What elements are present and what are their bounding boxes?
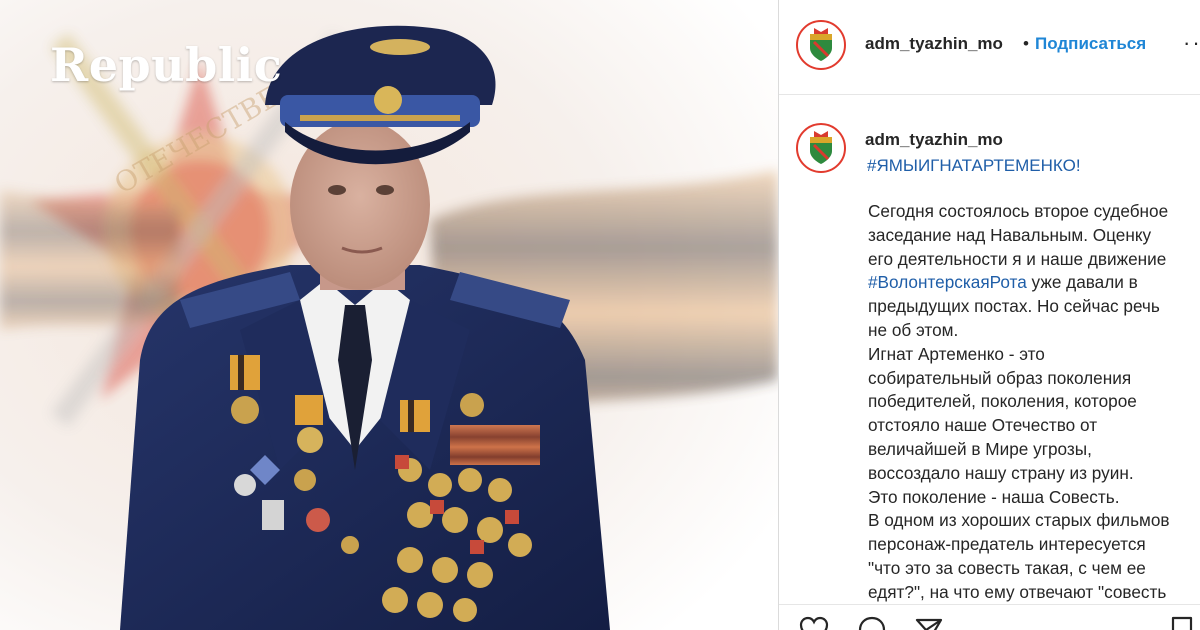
header-username[interactable]: adm_tyazhin_mo [865,34,1003,54]
veteran-illustration: ОТЕЧЕСТВЕННАЯ [0,0,778,630]
coat-of-arms-icon [810,131,832,164]
caption-line: персонаж-предатель интересуется [868,534,1146,555]
caption-line: воссоздало нашу страну из руин. [868,462,1134,483]
caption-line: "что это за совесть такая, с чем ее [868,557,1146,578]
caption-line: едят?", на что ему отвечают "совесть [868,581,1167,602]
avatar[interactable] [796,20,846,70]
instagram-panel: adm_tyazhin_mo • Подписаться ··· adm_tya… [779,0,1200,630]
caption-avatar[interactable] [796,123,846,173]
caption-line: Это поколение - наша Совесть. [868,486,1120,507]
hashtag-link[interactable]: #ЯМЫИГНАТАРТЕМЕНКО! [867,156,1081,176]
bookmark-icon[interactable] [1167,615,1197,630]
heart-icon[interactable] [799,615,829,630]
caption-line: В одном из хороших старых фильмов [868,510,1170,531]
caption-line: отстояло наше Отечество от [868,415,1098,436]
caption-line: Игнат Артеменко - это [868,343,1045,364]
share-icon[interactable] [914,615,944,630]
caption-line: победителей, поколения, которое [868,391,1137,412]
comment-icon[interactable] [857,615,887,630]
separator-dot: • [1023,34,1029,53]
caption-line: собирательный образ поколения [868,367,1132,388]
caption-username[interactable]: adm_tyazhin_mo [865,130,1003,150]
caption-line: заседание над Навальным. Оценку [868,224,1152,245]
caption-line: его деятельности я и наше движение [868,248,1167,269]
follow-button[interactable]: Подписаться [1035,34,1146,54]
caption-line: #ВолонтерскаяРота уже давали в [868,271,1200,295]
post-header: adm_tyazhin_mo • Подписаться ··· [779,0,1200,95]
coat-of-arms-icon [810,28,832,61]
caption-line: предыдущих постах. Но сейчас речь [868,296,1160,317]
caption-line: величайшей в Мире угрозы, [868,438,1092,459]
post-photo: ОТЕЧЕСТВЕННАЯ Republic [0,0,778,630]
caption-line-rest: уже давали в [1026,272,1138,293]
caption-line: Сегодня состоялось второе судебное [868,201,1169,221]
caption-text: Сегодня состоялось второе судебное засед… [868,200,1200,605]
republic-logo: Republic [50,38,283,92]
action-bar [779,604,1200,630]
more-options-icon[interactable]: ··· [1183,30,1200,56]
caption-line: не об этом. [868,319,959,340]
volunteer-hashtag-link[interactable]: #ВолонтерскаяРота [868,272,1027,292]
